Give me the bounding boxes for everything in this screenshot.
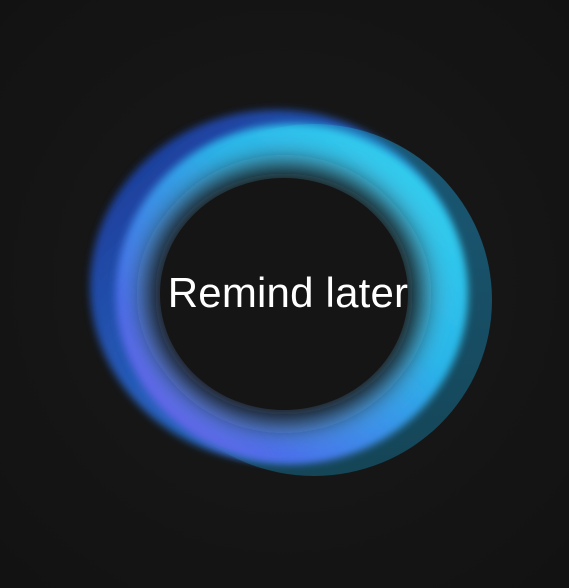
screen: Remind later bbox=[0, 0, 569, 588]
glowing-ring-icon bbox=[90, 110, 492, 476]
remind-later-button[interactable]: Remind later bbox=[88, 104, 492, 482]
